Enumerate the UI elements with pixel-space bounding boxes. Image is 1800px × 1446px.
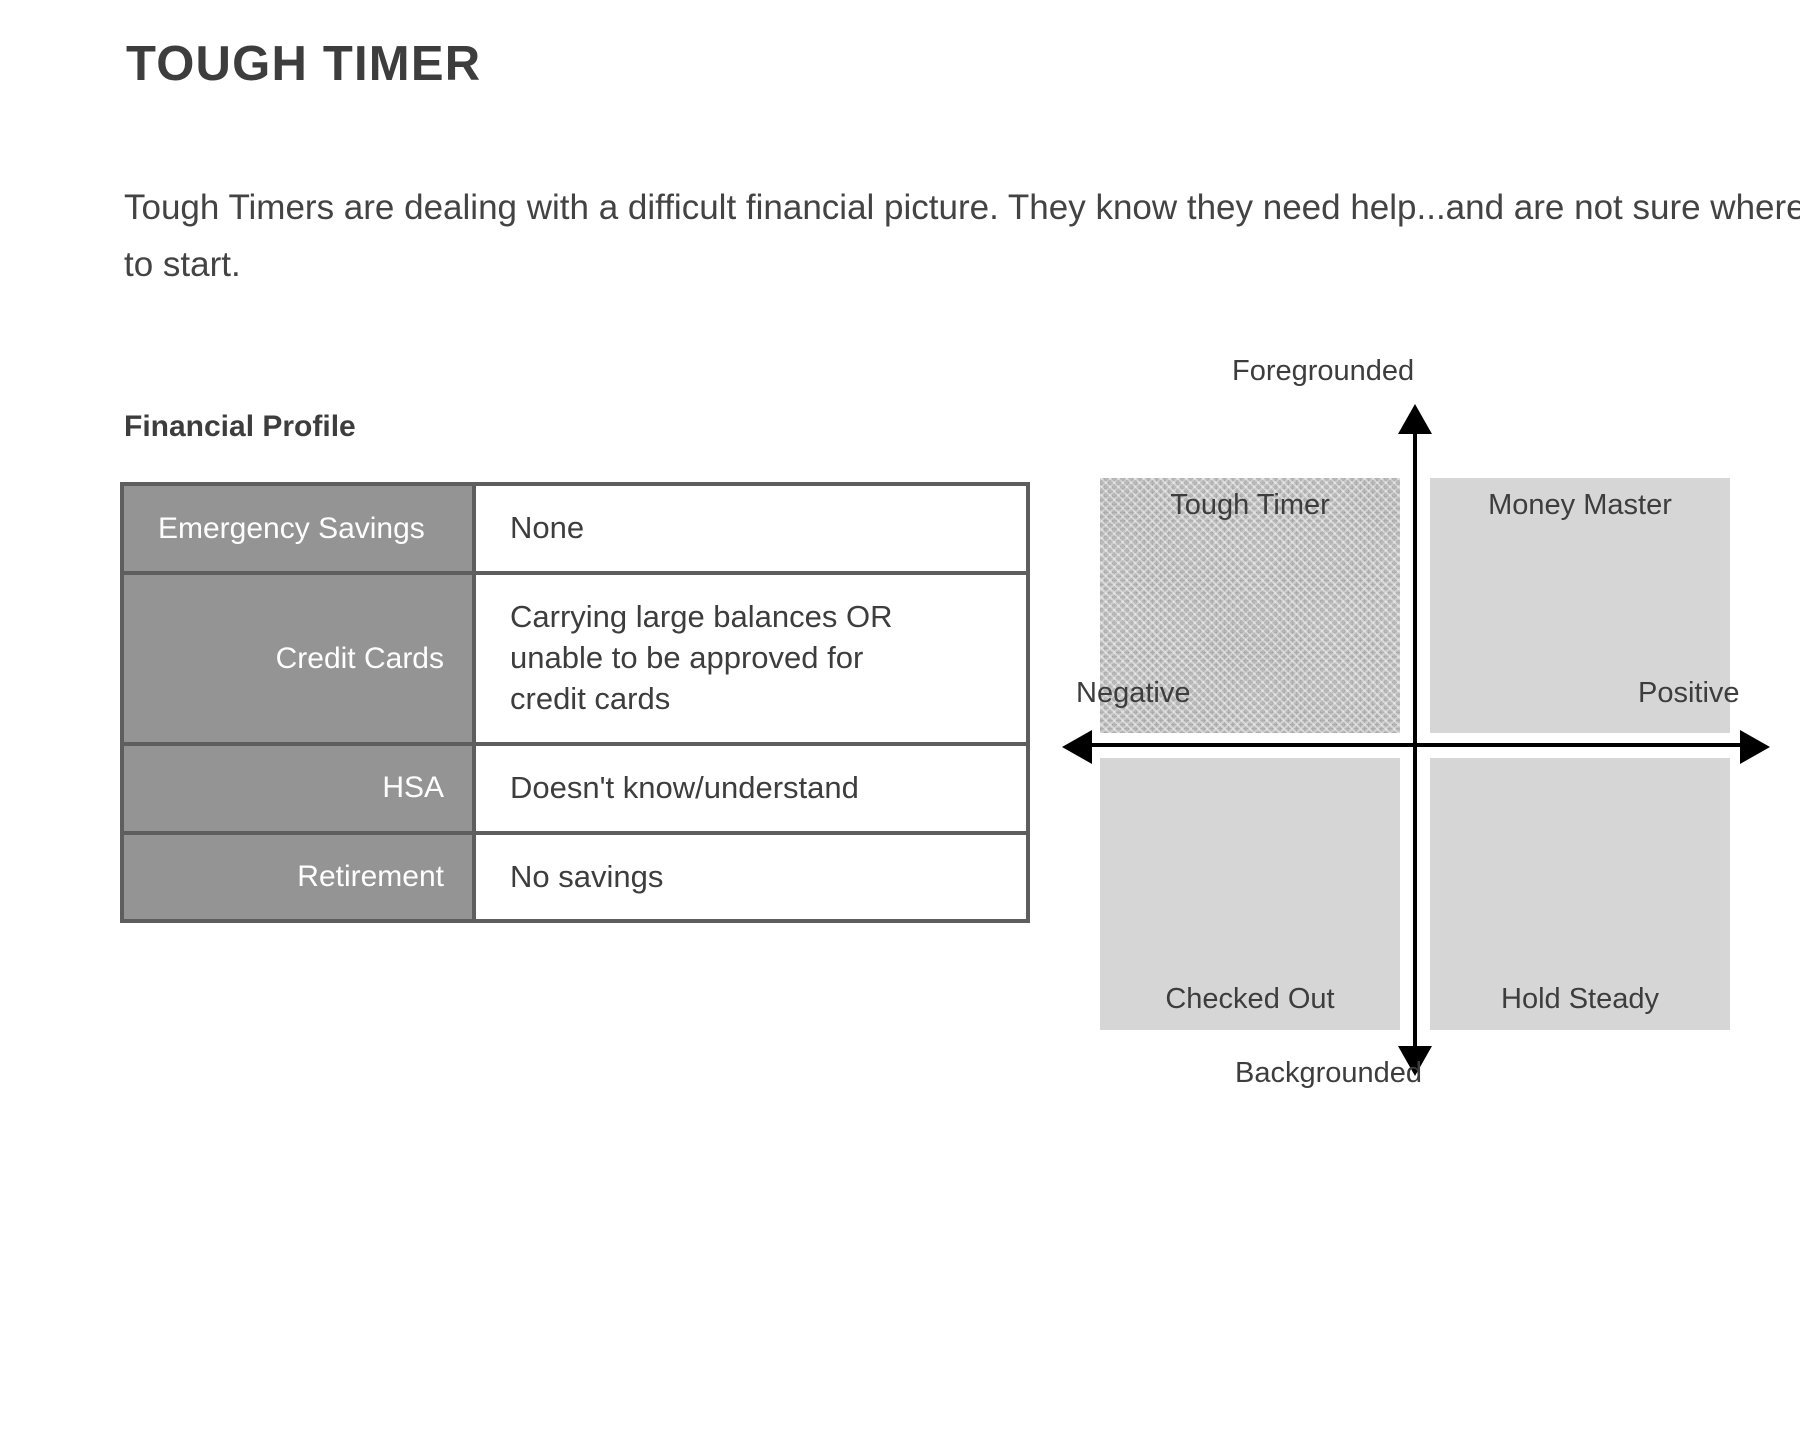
quadrant-hold-steady: Hold Steady xyxy=(1430,758,1730,1030)
table-row-value: None xyxy=(476,486,1026,571)
quadrant-chart: Tough Timer Money Master Checked Out Hol… xyxy=(1062,355,1790,1130)
table-row-label: HSA xyxy=(124,741,476,831)
table-row-value: Carrying large balances OR unable to be … xyxy=(476,570,1026,742)
arrow-up-icon xyxy=(1398,404,1432,434)
table-row: Retirement No savings xyxy=(124,830,1026,920)
table-row: HSA Doesn't know/understand xyxy=(124,741,1026,831)
arrow-right-icon xyxy=(1740,730,1770,764)
table-row-label: Retirement xyxy=(124,830,476,920)
quadrant-checked-out: Checked Out xyxy=(1100,758,1400,1030)
quadrant-label: Hold Steady xyxy=(1501,983,1659,1016)
horizontal-axis-line xyxy=(1090,743,1743,747)
value-line: Carrying large balances OR xyxy=(510,598,893,634)
value-line: unable to be approved for xyxy=(510,639,864,675)
arrow-left-icon xyxy=(1062,730,1092,764)
table-row: Emergency Savings None xyxy=(124,486,1026,571)
table-row: Credit Cards Carrying large balances OR … xyxy=(124,570,1026,742)
table-row-value: Doesn't know/understand xyxy=(476,741,1026,831)
financial-profile-heading: Financial Profile xyxy=(124,410,356,443)
axis-label-negative: Negative xyxy=(1076,677,1191,709)
quadrant-label: Checked Out xyxy=(1165,983,1335,1016)
quadrant-label: Money Master xyxy=(1488,489,1672,521)
financial-profile-table: Emergency Savings None Credit Cards Carr… xyxy=(120,482,1030,924)
table-row-label: Emergency Savings xyxy=(124,486,476,571)
table-row-value: No savings xyxy=(476,830,1026,920)
table-row-label: Credit Cards xyxy=(124,570,476,742)
intro-paragraph: Tough Timers are dealing with a difficul… xyxy=(124,188,1800,284)
page-title: TOUGH TIMER xyxy=(126,37,482,91)
axis-label-positive: Positive xyxy=(1638,677,1740,709)
axis-label-backgrounded: Backgrounded xyxy=(1235,1057,1423,1089)
value-line: credit cards xyxy=(510,680,671,716)
quadrant-label: Tough Timer xyxy=(1170,489,1330,521)
axis-label-foregrounded: Foregrounded xyxy=(1232,355,1415,387)
vertical-axis-line xyxy=(1413,430,1417,1050)
